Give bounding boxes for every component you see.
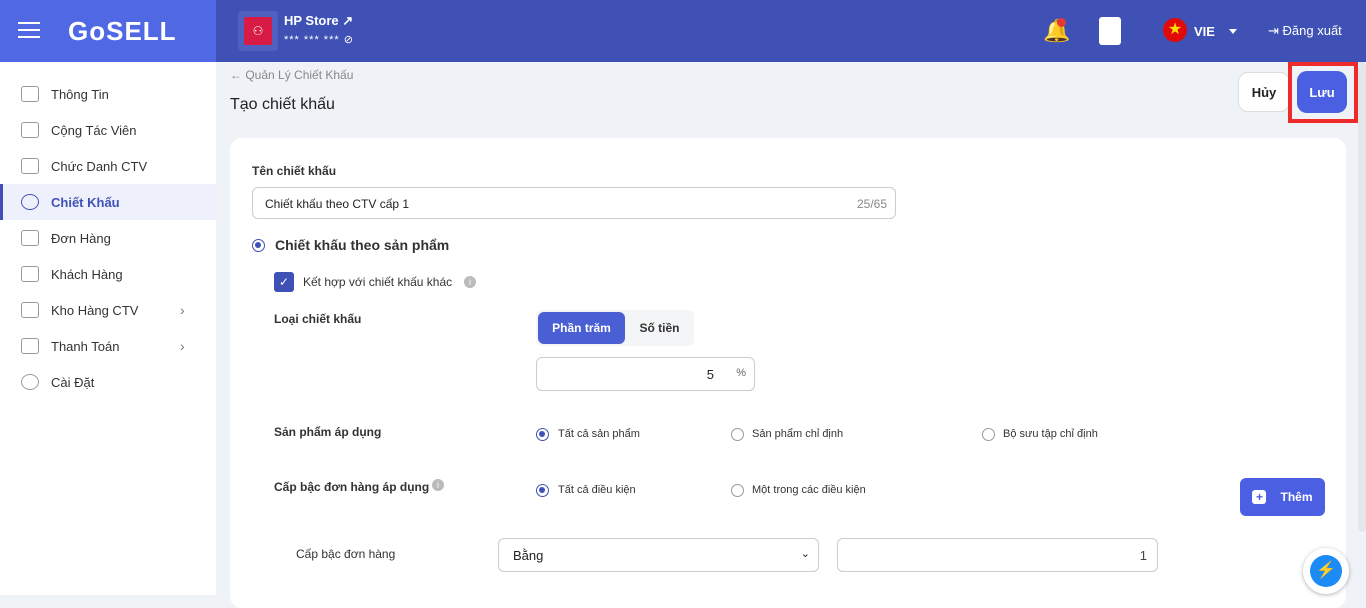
chevron-right-icon: › [180,302,185,318]
store-avatar: ⚇ [238,11,278,51]
clipboard-icon[interactable] [1099,17,1121,45]
discount-form-card: Tên chiết khấu Chiết khấu theo CTV cấp 1… [230,138,1346,608]
specific-products-radio[interactable] [731,428,744,441]
top-header: GoSELL ⚇ HP Store ↗ *** *** *** ⊘ 🔔 ★ VI… [0,0,1366,62]
info-monitor-icon [21,86,39,102]
sidebar-item-cong-tac-vien[interactable]: Cộng Tác Viên [0,112,216,148]
all-products-label: Tất cả sản phẩm [558,428,640,440]
amount-tab[interactable]: Số tiền [627,312,692,344]
messenger-icon: ⚡ [1310,555,1342,587]
chevron-down-icon: ⌄ [800,548,810,560]
payment-icon [21,338,39,354]
name-label: Tên chiết khấu [252,164,337,178]
gosell-logo: GoSELL [68,16,177,46]
logo-area: GoSELL [0,0,216,62]
sidebar-item-khach-hang[interactable]: Khách Hàng [0,256,216,292]
discount-value-input[interactable]: 5 % [536,357,755,391]
discount-icon [21,194,39,210]
percent-tab[interactable]: Phần trăm [538,312,625,344]
any-condition-label: Một trong các điều kiện [752,484,866,496]
all-products-radio[interactable] [536,428,549,441]
breadcrumb-back-link[interactable]: ← Quản Lý Chiết Khấu [230,68,353,82]
notification-dot [1057,18,1066,27]
collections-label: Bộ sưu tập chỉ định [1003,428,1098,440]
sidebar-item-chuc-danh[interactable]: Chức Danh CTV [0,148,216,184]
combine-checkbox[interactable]: ✓ [274,272,294,292]
condition-label: Cấp bậc đơn hàng [296,547,396,561]
vietnam-flag-icon[interactable]: ★ [1163,18,1187,42]
specific-products-label: Sản phẩm chỉ định [752,428,844,440]
percent-unit: % [736,367,746,379]
sidebar-item-thong-tin[interactable]: Thông Tin [0,76,216,112]
all-conditions-label: Tất cả điều kiện [558,484,636,496]
char-count: 25/65 [856,197,887,211]
caret-down-icon[interactable] [1229,29,1237,38]
collections-radio[interactable] [982,428,995,441]
product-discount-radio[interactable] [252,239,265,252]
external-link-icon[interactable]: ↗ [342,13,353,28]
any-condition-radio[interactable] [731,484,744,497]
language-selector[interactable]: VIE [1194,24,1215,39]
partners-icon [21,122,39,138]
info-icon[interactable]: i [464,276,476,288]
name-input[interactable]: Chiết khấu theo CTV cấp 1 25/65 [252,187,896,219]
scrollbar[interactable] [1358,62,1366,532]
all-conditions-radio[interactable] [536,484,549,497]
store-name[interactable]: HP Store ↗ [284,13,353,29]
condition-value-input[interactable]: 1 [837,538,1158,572]
chevron-right-icon: › [180,338,185,354]
menu-toggle-icon[interactable] [18,22,40,38]
sidebar-item-kho-hang[interactable]: Kho Hàng CTV › [0,292,216,328]
store-hidden-info: *** *** *** ⊘ [284,34,354,46]
notification-bell-icon[interactable]: 🔔 [1043,18,1070,43]
cancel-button[interactable]: Hủy [1238,72,1290,112]
discount-type-label: Loại chiết khấu [274,312,362,326]
box-icon [21,230,39,246]
product-apply-label: Sản phẩm áp dụng [274,425,382,439]
condition-operator-select[interactable]: Bằng ⌄ [498,538,819,572]
sidebar-item-don-hang[interactable]: Đơn Hàng [0,220,216,256]
combine-label: Kết hợp với chiết khấu khác [303,275,453,289]
warehouse-icon [21,302,39,318]
sidebar-item-thanh-toan[interactable]: Thanh Toán › [0,328,216,364]
customers-icon [21,266,39,282]
tier-apply-label: Cấp bậc đơn hàng áp dụng [274,480,430,494]
discount-type-toggle: Phần trăm Số tiền [536,310,694,346]
gear-icon [21,374,39,390]
sidebar-item-chiet-khau[interactable]: Chiết Khấu [0,184,216,220]
logout-button[interactable]: ⇥ Đăng xuất [1268,23,1342,39]
sidebar-item-cai-dat[interactable]: Cài Đặt [0,364,216,400]
product-discount-label: Chiết khấu theo sản phẩm [275,237,450,253]
plus-icon: + [1252,490,1267,504]
info-icon[interactable]: i [432,479,444,491]
messenger-button[interactable]: ⚡ [1303,548,1349,594]
logout-icon: ⇥ [1268,23,1279,38]
title-icon [21,158,39,174]
highlight-box [1288,62,1358,123]
sidebar: Thông Tin Cộng Tác Viên Chức Danh CTV Ch… [0,62,216,595]
page-title: Tạo chiết khấu [230,96,335,113]
eye-off-icon[interactable]: ⊘ [344,34,354,46]
add-condition-button[interactable]: + Thêm [1240,478,1325,516]
store-icon: ⚇ [244,17,272,45]
